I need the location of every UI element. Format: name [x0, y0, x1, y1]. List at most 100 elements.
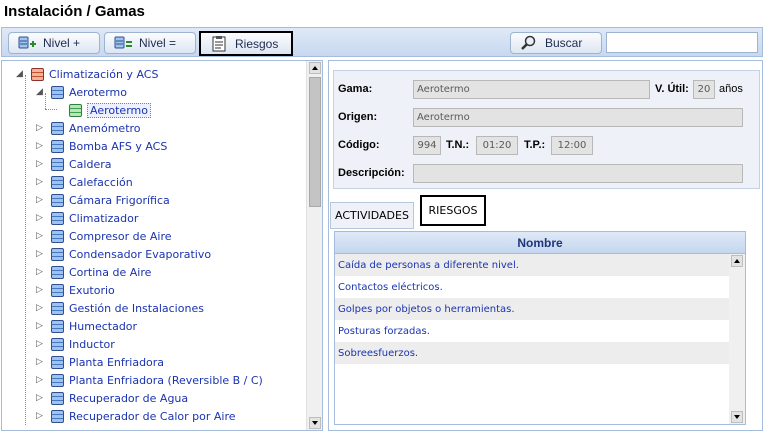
database-icon [50, 228, 65, 244]
tree-item-label: Planta Enfriadora (Reversible B / C) [69, 373, 263, 387]
buscar-button[interactable]: Buscar [510, 32, 602, 54]
expand-icon[interactable]: ▷ [36, 177, 46, 187]
tree-item-label: Climatización y ACS [49, 67, 159, 81]
origen-field[interactable]: Aerotermo [413, 108, 743, 127]
tree-item-label: Bomba AFS y ACS [69, 139, 168, 153]
vutil-unit: años [719, 83, 743, 95]
search-icon [519, 35, 539, 51]
codigo-field[interactable]: 994 [413, 136, 441, 155]
tree-item-label: Anemómetro [69, 121, 141, 135]
nivel-equal-label: Nivel = [139, 36, 177, 50]
tree-item[interactable]: ▷ Planta Enfriadora (Reversible B / C) [36, 371, 263, 389]
database-icon [50, 210, 65, 226]
tp-field[interactable]: 12:00 [551, 136, 593, 155]
database-icon [50, 408, 65, 424]
tree-item[interactable]: ▷ Condensador Evaporativo [36, 245, 211, 263]
search-input[interactable] [606, 32, 758, 53]
table-row[interactable]: Caída de personas a diferente nivel. [335, 254, 745, 276]
nivel-plus-button[interactable]: Nivel + [8, 32, 100, 54]
expand-icon[interactable]: ▷ [36, 393, 46, 403]
expand-icon[interactable]: ▷ [36, 159, 46, 169]
column-header-nombre[interactable]: Nombre [335, 232, 745, 254]
origen-label: Origen: [338, 111, 378, 123]
scroll-down-icon[interactable] [731, 411, 743, 423]
tree-item[interactable]: ▷ Caldera [36, 155, 112, 173]
tree-item[interactable]: ▷ Calefacción [36, 173, 133, 191]
tree-item[interactable]: ▷ Recuperador de Calor por Aire [36, 407, 236, 425]
expand-icon[interactable]: ▷ [36, 123, 46, 133]
tree-item[interactable]: ▷ Exutorio [36, 281, 115, 299]
tree-item-label: Exutorio [69, 283, 115, 297]
vutil-field[interactable]: 20 [693, 80, 715, 99]
nivel-plus-label: Nivel + [43, 36, 81, 50]
riesgos-button[interactable]: Riesgos [199, 31, 293, 56]
expand-icon[interactable]: ▷ [36, 267, 46, 277]
add-level-icon [17, 35, 37, 51]
tree-item-aerotermo-child[interactable]: Aerotermo [68, 101, 151, 119]
database-icon [50, 336, 65, 352]
database-icon [68, 102, 83, 118]
descripcion-field[interactable] [413, 164, 743, 183]
expand-icon[interactable]: ▷ [36, 285, 46, 295]
tree-item[interactable]: ▷ Climatizador [36, 209, 138, 227]
table-row[interactable]: Golpes por objetos o herramientas. [335, 298, 745, 320]
database-icon [50, 138, 65, 154]
tab-actividades[interactable]: ACTIVIDADES [330, 202, 414, 229]
detail-panel: Gama: Aerotermo V. Útil: 20 años Origen:… [328, 60, 763, 431]
collapse-icon[interactable]: ◢ [16, 69, 26, 79]
expand-icon[interactable]: ▷ [36, 357, 46, 367]
tree-item[interactable]: ▷ Cortina de Aire [36, 263, 151, 281]
tn-field[interactable]: 01:20 [476, 136, 518, 155]
collapse-icon[interactable]: ◢ [36, 87, 46, 97]
scroll-up-icon[interactable] [731, 255, 743, 267]
tree-item[interactable]: ▷ Bomba AFS y ACS [36, 137, 167, 155]
tree-item-label: Planta Enfriadora [69, 355, 165, 369]
database-icon [50, 120, 65, 136]
expand-icon[interactable]: ▷ [36, 141, 46, 151]
grid-scrollbar[interactable] [729, 254, 745, 424]
page-title: Instalación / Gamas [4, 3, 145, 20]
expand-icon[interactable]: ▷ [36, 411, 46, 421]
expand-icon[interactable]: ▷ [36, 321, 46, 331]
table-row[interactable]: Posturas forzadas. [335, 320, 745, 342]
tree-item-label: Cámara Frigorífica [69, 193, 170, 207]
tree-item[interactable]: ▷ Anemómetro [36, 119, 141, 137]
tree-scrollbar[interactable] [306, 61, 322, 430]
scroll-up-icon[interactable] [309, 62, 321, 74]
tree-item[interactable]: ▷ Inductor [36, 335, 115, 353]
table-row[interactable]: Sobreesfuerzos. [335, 342, 745, 364]
database-icon [50, 84, 65, 100]
tree-panel: ◢ Climatización y ACS ◢ Aerotermo Aerote… [1, 60, 323, 431]
tree-item-label: Calefacción [69, 175, 133, 189]
gama-field[interactable]: Aerotermo [413, 80, 650, 99]
expand-icon[interactable]: ▷ [36, 213, 46, 223]
expand-icon[interactable]: ▷ [36, 195, 46, 205]
table-row[interactable]: Contactos eléctricos. [335, 276, 745, 298]
database-icon [50, 174, 65, 190]
tree-item-root[interactable]: ◢ Climatización y ACS [16, 65, 158, 83]
toolbar: Nivel + Nivel = Riesgos Buscar [1, 27, 763, 57]
tab-riesgos[interactable]: RIESGOS [420, 195, 486, 226]
database-icon [50, 282, 65, 298]
expand-icon[interactable]: ▷ [36, 375, 46, 385]
tree-item-label: Aerotermo [87, 102, 151, 118]
riesgos-label: Riesgos [235, 36, 279, 51]
tree-item[interactable]: ▷ Planta Enfriadora [36, 353, 164, 371]
expand-icon[interactable]: ▷ [36, 249, 46, 259]
codigo-label: Código: [338, 139, 380, 151]
expand-icon[interactable]: ▷ [36, 231, 46, 241]
expand-icon[interactable]: ▷ [36, 303, 46, 313]
tree-item[interactable]: ▷ Humectador [36, 317, 137, 335]
tree-item[interactable]: ▷ Recuperador de Agua [36, 389, 188, 407]
scroll-down-icon[interactable] [309, 417, 321, 429]
scroll-thumb[interactable] [309, 77, 321, 207]
database-icon [50, 390, 65, 406]
tree-item[interactable]: ▷ Gestión de Instalaciones [36, 299, 204, 317]
tree-item-aerotermo[interactable]: ◢ Aerotermo [36, 83, 127, 101]
tree-item-label: Caldera [69, 157, 112, 171]
tree-item[interactable]: ▷ Compresor de Aire [36, 227, 172, 245]
tabs: ACTIVIDADES RIESGOS [329, 195, 762, 229]
tree-item[interactable]: ▷ Cámara Frigorífica [36, 191, 170, 209]
expand-icon[interactable]: ▷ [36, 339, 46, 349]
nivel-equal-button[interactable]: Nivel = [104, 32, 196, 54]
